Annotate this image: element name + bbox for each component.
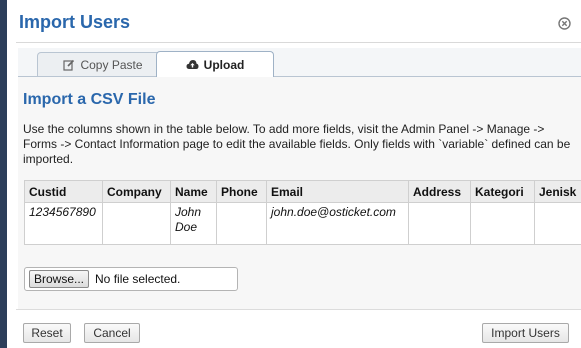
- table-cell: [534, 202, 581, 245]
- table-cell: 1234567890: [24, 202, 103, 245]
- column-header: Custid: [24, 180, 103, 203]
- dialog-title: Import Users: [19, 12, 131, 32]
- columns-table-container: Custid Company Name Phone Email Address …: [24, 180, 581, 246]
- table-cell: john.doe@osticket.com: [266, 202, 409, 245]
- browse-button[interactable]: Browse...: [29, 270, 90, 288]
- file-input[interactable]: Browse... No file selected.: [24, 267, 238, 291]
- cancel-button[interactable]: Cancel: [84, 323, 140, 343]
- tab-upload-label: Upload: [203, 57, 245, 72]
- edit-icon: [63, 59, 75, 71]
- column-header: Phone: [216, 180, 267, 203]
- tab-upload[interactable]: Upload: [156, 51, 274, 77]
- tab-bar: Copy Paste Upload: [18, 48, 581, 77]
- file-status: No file selected.: [95, 272, 181, 286]
- upload-panel: Import a CSV File Use the columns shown …: [18, 77, 581, 309]
- table-cell: John Doe: [170, 202, 217, 245]
- table-cell: [408, 202, 471, 245]
- column-header: Kategori: [470, 180, 535, 203]
- tab-copy-paste[interactable]: Copy Paste: [37, 52, 169, 76]
- title-divider: [16, 42, 581, 43]
- background-page-edge: [0, 0, 7, 348]
- table-row: 1234567890 John Doe john.doe@osticket.co…: [24, 202, 581, 245]
- table-cell: [470, 202, 535, 245]
- instructions-text: Use the columns shown in the table below…: [23, 122, 571, 166]
- table-header-row: Custid Company Name Phone Email Address …: [24, 180, 581, 203]
- import-users-button[interactable]: Import Users: [482, 323, 569, 343]
- reset-button[interactable]: Reset: [23, 323, 71, 343]
- section-title: Import a CSV File: [23, 91, 156, 108]
- close-icon[interactable]: [558, 17, 571, 30]
- table-cell: [102, 202, 171, 245]
- column-header: Address: [408, 180, 471, 203]
- column-header: Jenisk: [534, 180, 581, 203]
- column-header: Email: [266, 180, 409, 203]
- tab-copy-paste-label: Copy Paste: [80, 57, 143, 72]
- columns-table: Custid Company Name Phone Email Address …: [24, 180, 581, 245]
- import-users-dialog: Import Users Copy Paste Upload Import a …: [7, 0, 581, 348]
- column-header: Company: [102, 180, 171, 203]
- table-cell: [216, 202, 267, 245]
- column-header: Name: [170, 180, 217, 203]
- cloud-upload-icon: [186, 60, 199, 69]
- footer-divider: [16, 309, 581, 310]
